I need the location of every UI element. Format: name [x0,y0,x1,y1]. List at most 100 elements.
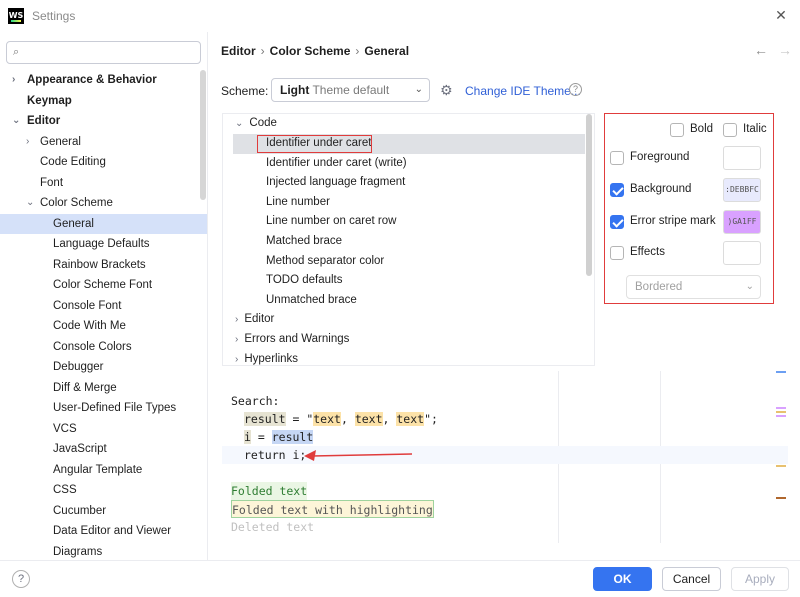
sidebar-item-label: Code With Me [53,320,126,332]
breadcrumb-editor[interactable]: Editor [221,44,256,58]
bold-checkbox[interactable] [670,123,684,137]
sidebar-item-vcs[interactable]: VCS [0,419,207,440]
search-input[interactable] [29,44,194,61]
settings-search[interactable]: ⌕ [6,41,201,64]
sidebar-item-console-colors[interactable]: Console Colors [0,337,207,358]
sidebar-item-color-scheme[interactable]: ⌄ Color Scheme [0,193,207,214]
tree-item-label: Line number on caret row [266,215,397,228]
preview-editor[interactable]: Search: result = "text, text, text"; i =… [222,371,788,543]
sidebar-item-label: Code Editing [40,156,106,168]
tree-item-unmatched-brace[interactable]: Unmatched brace [266,291,357,311]
sidebar-item-debugger[interactable]: Debugger [0,357,207,378]
tree-item-label: Unmatched brace [266,293,357,306]
sidebar-item-diagrams[interactable]: Diagrams [0,542,207,563]
sidebar-item-code-editing[interactable]: Code Editing [0,152,207,173]
error-stripe-mark [776,415,786,417]
apply-button[interactable]: Apply [731,567,789,591]
tree-item-matched-brace[interactable]: Matched brace [266,232,342,252]
sidebar-item-editor[interactable]: ⌄ Editor [0,111,207,132]
chevron-down-icon: ⌄ [12,115,21,126]
italic-checkbox[interactable] [723,123,737,137]
code-token: result [244,412,286,426]
tree-item-errors-warnings[interactable]: › Errors and Warnings [235,330,349,350]
chevron-right-icon: › [12,74,16,85]
sidebar-item-css[interactable]: CSS [0,480,207,501]
scheme-name: Light [280,83,310,97]
dialog-footer: ? OK Cancel Apply [0,560,800,597]
ok-button[interactable]: OK [593,567,652,591]
preview-line: Deleted text [231,520,315,534]
sidebar-item-label: Cucumber [53,504,107,517]
sidebar-item-color-scheme-font[interactable]: Color Scheme Font [0,275,207,296]
error-stripe-mark [776,411,786,413]
sidebar-item-cucumber[interactable]: Cucumber [0,501,207,522]
sidebar-item-console-font[interactable]: Console Font [0,296,207,317]
sidebar-item-font[interactable]: Font [0,173,207,194]
scheme-subtitle: Theme default [312,83,390,97]
code-tree-scrollbar[interactable] [586,114,592,276]
background-color-swatch[interactable]: :DEBBFC [723,178,761,202]
chevron-right-icon: › [235,314,239,326]
cancel-button[interactable]: Cancel [662,567,721,591]
tree-item-todo-defaults[interactable]: TODO defaults [266,271,343,291]
sidebar-item-label: Color Scheme Font [53,279,153,291]
chevron-down-icon: ⌄ [414,84,423,95]
code-token: , [382,412,397,426]
sidebar-item-keymap[interactable]: Keymap [0,91,207,112]
sidebar-item-code-with-me[interactable]: Code With Me [0,316,207,337]
change-ide-theme-link[interactable]: Change IDE Theme... [465,84,581,98]
tree-item-line-number-caret-row[interactable]: Line number on caret row [266,212,396,232]
sidebar-item-label: Console Colors [53,340,132,353]
effects-checkbox[interactable] [610,246,624,260]
tree-item-label: TODO defaults [266,274,343,287]
sidebar-item-rainbow-brackets[interactable]: Rainbow Brackets [0,255,207,276]
close-icon[interactable]: ✕ [772,7,790,24]
tree-item-code[interactable]: ⌄ Code [235,114,277,134]
tree-item-injected-language-fragment[interactable]: Injected language fragment [266,173,405,193]
chevron-down-icon: ⌄ [235,118,244,129]
tree-item-identifier-under-caret-write[interactable]: Identifier under caret (write) [266,154,407,174]
back-arrow-icon[interactable]: ← [754,42,768,58]
forward-arrow-icon[interactable]: → [778,42,792,58]
sidebar-item-angular-template[interactable]: Angular Template [0,460,207,481]
tree-item-hyperlinks[interactable]: › Hyperlinks [235,350,298,365]
sidebar-item-label: Editor [27,115,61,127]
effects-type-value: Bordered [635,281,683,293]
error-stripe-mark [776,371,786,373]
foreground-checkbox[interactable] [610,151,624,165]
tree-item-editor[interactable]: › Editor [235,310,274,330]
scheme-dropdown[interactable]: Light Theme default ⌄ [271,78,430,102]
breadcrumb-color-scheme[interactable]: Color Scheme [270,44,351,58]
sidebar-item-diff-merge[interactable]: Diff & Merge [0,378,207,399]
effects-type-dropdown[interactable]: Bordered ⌄ [626,275,761,299]
sidebar-item-user-defined-file-types[interactable]: User-Defined File Types [0,398,207,419]
preview-line: result = "text, text, text"; [244,410,438,428]
sidebar-item-language-defaults[interactable]: Language Defaults [0,234,207,255]
tree-item-method-separator-color[interactable]: Method separator color [266,252,384,272]
gear-icon[interactable]: ⚙ [440,82,453,99]
error-stripe-label: Error stripe mark [630,215,716,227]
sidebar-item-label: Color Scheme [40,197,113,209]
annotation-highlight-box [257,135,372,153]
error-stripe-mark [776,497,786,499]
error-stripe-color-swatch[interactable]: )GA1FF [723,210,761,234]
error-stripe-checkbox[interactable] [610,215,624,229]
sidebar-item-color-scheme-general[interactable]: General [0,213,207,234]
effects-color-swatch[interactable] [723,241,761,265]
sidebar-item-label: Language Defaults [53,238,150,250]
chevron-right-icon: › [235,353,239,365]
sidebar-item-general[interactable]: › General [0,132,207,153]
sidebar-item-javascript[interactable]: JavaScript [0,439,207,460]
background-checkbox[interactable] [610,183,624,197]
help-icon[interactable]: ? [569,83,582,96]
settings-sidebar: ⌕ › Appearance & Behavior Keymap ⌄ Editor … [0,32,208,560]
foreground-color-swatch[interactable] [723,146,761,170]
effects-label: Effects [630,246,665,258]
sidebar-item-appearance-behavior[interactable]: › Appearance & Behavior [0,70,207,91]
tree-item-line-number[interactable]: Line number [266,193,330,213]
sidebar-item-data-editor-viewer[interactable]: Data Editor and Viewer [0,521,207,542]
code-token: result [271,430,314,444]
help-button[interactable]: ? [12,570,30,588]
chevron-down-icon: ⌄ [26,197,35,208]
tree-item-label: Matched brace [266,235,343,247]
